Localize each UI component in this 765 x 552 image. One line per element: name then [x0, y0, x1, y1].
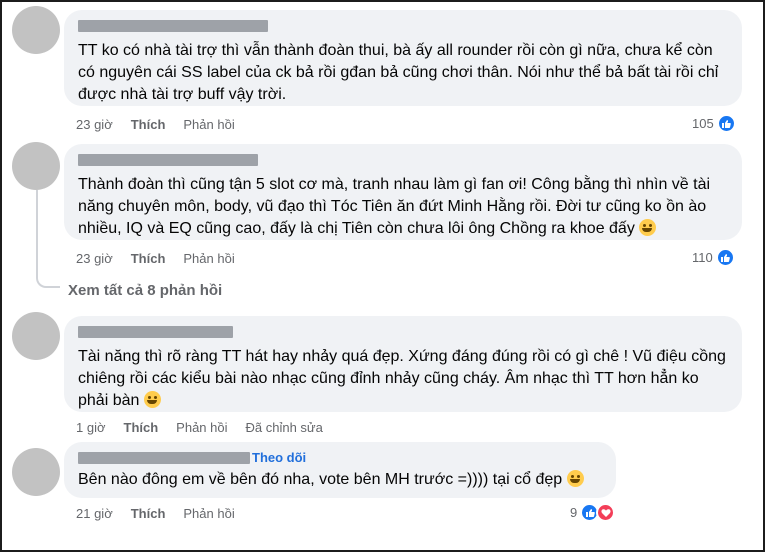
comment-time[interactable]: 23 giờ [76, 251, 113, 266]
comment-text: Thành đoàn thì cũng tận 5 slot cơ mà, tr… [78, 174, 728, 240]
thread-line [36, 190, 38, 276]
like-button[interactable]: Thích [131, 251, 166, 266]
reaction-count[interactable]: 105 [692, 114, 736, 133]
avatar[interactable] [12, 312, 60, 360]
comment-bubble: TT ko có nhà tài trợ thì vẫn thành đoàn … [64, 10, 742, 106]
reaction-count[interactable]: 9 [570, 503, 616, 522]
comment-actions: 21 giờ Thích Phản hồi [76, 506, 253, 521]
comments-panel: TT ko có nhà tài trợ thì vẫn thành đoàn … [0, 0, 765, 552]
reply-button[interactable]: Phản hồi [176, 420, 227, 435]
comment-bubble: Theo dõi Bên nào đông em về bên đó nha, … [64, 442, 616, 498]
follow-button[interactable]: Theo dõi [252, 450, 306, 465]
view-all-replies-link[interactable]: Xem tất cả 8 phản hồi [68, 282, 222, 299]
comment-actions: 1 giờ Thích Phản hồi Đã chỉnh sửa [76, 420, 341, 435]
like-icon [715, 248, 735, 267]
like-icon [716, 114, 736, 133]
comment-time[interactable]: 1 giờ [76, 420, 106, 435]
reaction-count-number: 110 [692, 250, 713, 265]
thread-curve [36, 274, 60, 288]
comment-time[interactable]: 21 giờ [76, 506, 113, 521]
comment-text: TT ko có nhà tài trợ thì vẫn thành đoàn … [78, 42, 719, 103]
reaction-count-number: 105 [692, 116, 714, 131]
comment-time[interactable]: 23 giờ [76, 117, 113, 132]
like-button[interactable]: Thích [131, 117, 166, 132]
comment-actions: 23 giờ Thích Phản hồi [76, 117, 253, 132]
heart-icon [596, 503, 616, 522]
avatar[interactable] [12, 448, 60, 496]
grin-emoji [566, 470, 584, 487]
reaction-count[interactable]: 110 [692, 248, 735, 267]
author-name-redacted[interactable] [78, 20, 268, 32]
grin-emoji [143, 391, 161, 408]
author-name-redacted[interactable] [78, 326, 233, 338]
edited-label: Đã chỉnh sửa [245, 420, 323, 435]
comment-header: Theo dõi [78, 450, 602, 465]
comment-text-body: Thành đoàn thì cũng tận 5 slot cơ mà, tr… [78, 176, 711, 237]
comment-text-body: Tài năng thì rõ ràng TT hát hay nhảy quá… [78, 348, 726, 409]
avatar[interactable] [12, 6, 60, 54]
reaction-count-number: 9 [570, 505, 578, 520]
comment-actions: 23 giờ Thích Phản hồi [76, 251, 253, 266]
like-button[interactable]: Thích [131, 506, 166, 521]
comment-bubble: Thành đoàn thì cũng tận 5 slot cơ mà, tr… [64, 144, 742, 240]
comment-text-body: Bên nào đông em về bên đó nha, vote bên … [78, 471, 563, 488]
like-button[interactable]: Thích [124, 420, 159, 435]
author-name-redacted[interactable] [78, 451, 250, 464]
avatar[interactable] [12, 142, 60, 190]
author-name-redacted[interactable] [78, 154, 258, 166]
comment-text: Bên nào đông em về bên đó nha, vote bên … [78, 469, 602, 491]
reply-button[interactable]: Phản hồi [183, 506, 234, 521]
grin-emoji [639, 219, 657, 236]
comment-bubble: Tài năng thì rõ ràng TT hát hay nhảy quá… [64, 316, 742, 412]
reply-button[interactable]: Phản hồi [183, 117, 234, 132]
reply-button[interactable]: Phản hồi [183, 251, 234, 266]
comment-text: Tài năng thì rõ ràng TT hát hay nhảy quá… [78, 346, 728, 412]
